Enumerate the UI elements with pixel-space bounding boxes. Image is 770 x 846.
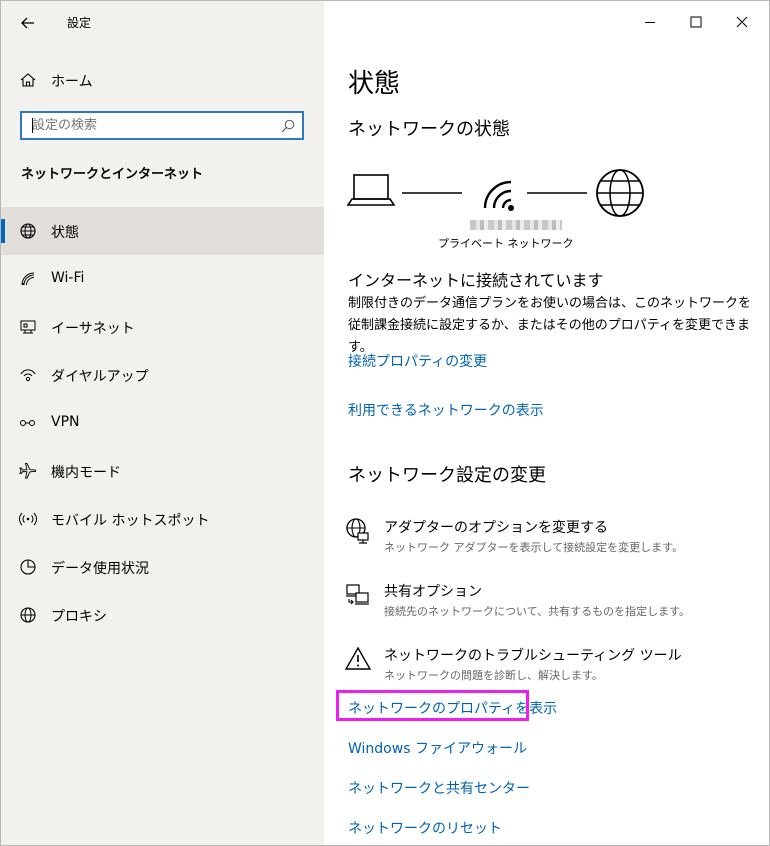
- wifi-signal-icon: [483, 180, 514, 211]
- sidebar-item-label: イーサネット: [51, 321, 135, 337]
- minimize-button[interactable]: [628, 1, 674, 45]
- sidebar-item-label: ダイヤルアップ: [51, 369, 149, 385]
- setting-title: ネットワークのトラブルシューティング ツール: [384, 648, 682, 664]
- vpn-icon: [20, 420, 35, 426]
- setting-title: 共有オプション: [384, 584, 482, 600]
- sidebar-nav: 状態 Wi-Fi イーサネット ダイヤルアップ VPN 機内モード モバイル ホ…: [1, 207, 324, 639]
- setting-description: ネットワークの問題を診断し、解決します。: [384, 669, 603, 682]
- sidebar-item-label: モバイル ホットスポット: [51, 513, 210, 529]
- sidebar-item-label: 機内モード: [51, 465, 121, 481]
- ethernet-icon: [20, 320, 36, 334]
- change-settings-heading: ネットワーク設定の変更: [348, 465, 546, 486]
- setting-description: 接続先のネットワークについて、共有するものを指定します。: [384, 605, 691, 618]
- sidebar-item-label: プロキシ: [51, 609, 107, 625]
- close-button[interactable]: [720, 1, 766, 45]
- sidebar-item-label: データ使用状況: [51, 561, 149, 577]
- back-button[interactable]: [15, 10, 41, 36]
- search-box[interactable]: [20, 111, 304, 140]
- sidebar-item-hotspot[interactable]: モバイル ホットスポット: [1, 495, 324, 543]
- connection-description: 制限付きのデータ通信プランをお使いの場合は、このネットワークを従制課金接続に設定…: [348, 296, 752, 355]
- page-title: 状態: [348, 69, 401, 99]
- sidebar: 設定 ホーム ネットワークとインターネット: [1, 1, 324, 845]
- connection-status: インターネットに接続されています: [348, 271, 604, 290]
- adapter-options-item[interactable]: アダプターのオプションを変更する ネットワーク アダプターを表示して接続設定を変…: [344, 517, 764, 561]
- sidebar-item-wifi[interactable]: Wi-Fi: [1, 255, 324, 303]
- close-icon: [736, 16, 748, 28]
- sidebar-item-vpn[interactable]: VPN: [1, 399, 324, 447]
- network-sharing-center-link[interactable]: ネットワークと共有センター: [348, 778, 530, 798]
- minimize-icon: [645, 22, 655, 23]
- settings-window: 設定 ホーム ネットワークとインターネット: [0, 0, 770, 846]
- home-icon: [20, 73, 36, 87]
- network-type-label: プライベート ネットワーク: [438, 237, 574, 250]
- search-input[interactable]: [32, 113, 272, 138]
- section-title: ネットワークとインターネット: [21, 167, 204, 182]
- change-connection-properties-link[interactable]: 接続プロパティの変更: [348, 351, 487, 371]
- app-title: 設定: [67, 16, 92, 30]
- troubleshooter-item[interactable]: ネットワークのトラブルシューティング ツール ネットワークの問題を診断し、解決し…: [344, 645, 764, 689]
- setting-title: アダプターのオプションを変更する: [384, 520, 608, 536]
- active-indicator: [1, 219, 5, 243]
- sidebar-item-status[interactable]: 状態: [1, 207, 324, 255]
- network-reset-link[interactable]: ネットワークのリセット: [348, 818, 502, 838]
- sharing-options-item[interactable]: 共有オプション 接続先のネットワークについて、共有するものを指定します。: [344, 581, 764, 625]
- warning-icon: [344, 646, 372, 670]
- back-arrow-icon: [21, 17, 34, 29]
- view-available-networks-link[interactable]: 利用できるネットワークの表示: [348, 400, 544, 420]
- sidebar-item-data-usage[interactable]: データ使用状況: [1, 543, 324, 591]
- search-icon[interactable]: [280, 118, 296, 134]
- globe-network-icon: [20, 223, 36, 239]
- sidebar-item-label: VPN: [51, 414, 80, 430]
- network-status-heading: ネットワークの状態: [348, 119, 510, 140]
- maximize-button[interactable]: [674, 1, 720, 45]
- sidebar-item-home[interactable]: ホーム: [1, 63, 324, 97]
- dialup-icon: [20, 369, 36, 382]
- sidebar-item-ethernet[interactable]: イーサネット: [1, 303, 324, 351]
- network-diagram: プライベート ネットワーク: [344, 167, 654, 257]
- windows-firewall-link[interactable]: Windows ファイアウォール: [348, 738, 527, 758]
- maximize-icon: [690, 16, 702, 28]
- network-diagram-graphic: [346, 169, 644, 217]
- home-label: ホーム: [51, 74, 93, 90]
- internet-globe-icon: [596, 169, 644, 217]
- hotspot-icon: [19, 512, 37, 526]
- data-usage-icon: [20, 559, 36, 575]
- sidebar-item-dialup[interactable]: ダイヤルアップ: [1, 351, 324, 399]
- highlight-box: [336, 690, 529, 721]
- sidebar-item-proxy[interactable]: プロキシ: [1, 591, 324, 639]
- sidebar-item-label: 状態: [51, 225, 79, 241]
- sharing-icon: [346, 584, 369, 605]
- airplane-icon: [19, 463, 36, 479]
- sidebar-item-label: Wi-Fi: [51, 270, 85, 286]
- wifi-icon: [21, 272, 35, 286]
- setting-description: ネットワーク アダプターを表示して接続設定を変更します。: [384, 541, 684, 554]
- blurred-network-name: [470, 220, 562, 230]
- sidebar-item-airplane[interactable]: 機内モード: [1, 447, 324, 495]
- laptop-icon: [346, 174, 396, 206]
- proxy-globe-icon: [20, 607, 36, 623]
- adapter-icon: [346, 518, 369, 544]
